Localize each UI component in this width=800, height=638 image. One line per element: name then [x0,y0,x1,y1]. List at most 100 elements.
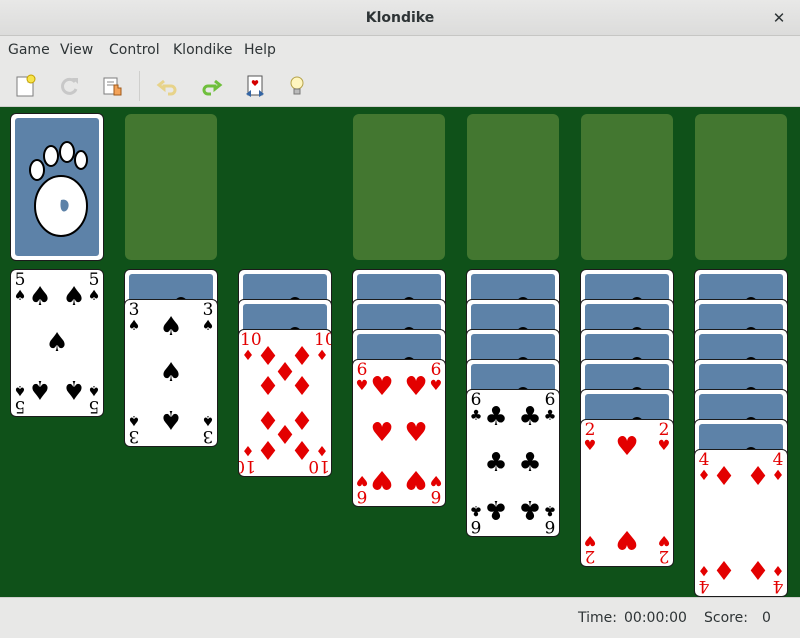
card-pip: ♠ [159,404,183,434]
card-pip: ♠ [62,282,86,312]
select-game-icon [103,77,122,96]
card-suit: ♥ [657,532,671,548]
tableau-4-card-6[interactable]: 6 ♥ 6 ♥ 6 ♥ 6 ♥ ♥ ♥ ♥ ♥ ♥ ♥ [352,359,446,507]
card-suit: ♠ [87,382,101,398]
card-pip: ♠ [159,358,183,388]
card-pip: ♦ [746,554,770,584]
tableau-1-card-5[interactable]: 5 ♠ 5 ♠ 5 ♠ 5 ♠ ♠ ♠ ♠ ♠ ♠ [10,269,104,417]
card-pip: ♣ [518,494,542,524]
card-rank: 5 [88,396,100,416]
tableau-2-card-3[interactable]: 3 ♠ 3 ♠ 3 ♠ 3 ♠ ♠ ♠ ♠ [124,299,218,447]
card-rank: 3 [202,300,214,320]
status-bar: Time: 00:00:00 Score: 0 [0,597,800,637]
redo-icon [202,79,223,96]
card-pip: ♥ [615,432,639,462]
card-pip: ♠ [28,374,52,404]
deal-button[interactable] [242,73,268,99]
title-bar: Klondike ✕ [0,0,800,36]
tableau-6-card-2[interactable]: 2 ♥ 2 ♥ 2 ♥ 2 ♥ ♥ ♥ [580,419,674,567]
card-index-tl: 6 ♣ [468,392,484,424]
card-pip: ♥ [404,372,428,402]
deal-card-icon [246,75,264,97]
card-index-br: 10 ♦ [308,442,330,476]
card-index-tl: 5 ♠ [12,270,28,304]
card-rank: 2 [584,546,596,566]
card-pip: ♥ [370,372,394,402]
card-rank: 5 [14,270,26,290]
card-pip: ♦ [256,372,280,403]
card-suit: ♣ [543,502,557,518]
menu-bar: Game View Control Klondike Help [0,36,800,65]
close-window-button[interactable]: ✕ [768,7,790,29]
card-index-tl: 6 ♥ [354,360,370,394]
card-index-br: 6 ♣ [542,502,558,536]
foundation-slot-2[interactable] [467,114,559,260]
card-index-tl: 4 ♦ [696,452,712,484]
card-pip: ♦ [290,372,314,403]
card-rank: 3 [202,426,214,446]
tableau-5-card-6[interactable]: 6 ♣ 6 ♣ 6 ♣ 6 ♣ ♣ ♣ ♣ ♣ ♣ ♣ [466,389,560,537]
undo-button[interactable] [155,73,181,99]
card-rank: 10 [308,456,330,476]
card-index-tr: 2 ♥ [656,420,672,454]
waste-pile-empty[interactable] [125,114,217,260]
card-index-bl: 3 ♠ [126,412,142,446]
card-pip: ♥ [615,524,639,554]
card-rank: 2 [658,546,670,566]
card-rank: 4 [772,576,784,596]
card-suit: ♠ [201,412,215,428]
redo-button[interactable] [198,73,224,99]
restart-icon [61,77,78,95]
card-suit: ♦ [315,348,329,364]
card-rank: 6 [356,486,368,506]
card-pip: ♦ [290,434,314,464]
card-index-br: 3 ♠ [200,412,216,446]
menu-game[interactable]: Game [0,36,58,65]
card-pip: ♥ [404,418,428,448]
card-rank: 10 [240,330,262,350]
card-index-tl: 10 ♦ [240,330,262,364]
card-suit: ♥ [429,472,443,488]
foundation-slot-3[interactable] [581,114,673,260]
card-suit: ♥ [355,378,369,394]
card-index-bl: 5 ♠ [12,382,28,416]
time-label: Time: [578,610,617,626]
card-pip: ♥ [404,464,428,494]
card-rank: 6 [356,360,368,380]
stock-pile[interactable] [10,113,104,261]
undo-icon [156,79,177,96]
card-index-tr: 3 ♠ [200,300,216,334]
card-suit: ♦ [241,442,255,458]
menu-klondike[interactable]: Klondike [165,36,241,65]
card-pip: ♠ [28,282,52,312]
card-rank: 2 [658,420,670,440]
card-pip: ♦ [746,462,770,492]
menu-control[interactable]: Control [101,36,168,65]
game-table: 5♠5♠5♠5♠♠♠♠♠♠3♠3♠3♠3♠♠♠♠10♦10♦10♦10♦♦♦♦♦… [0,107,800,597]
card-pip: ♠ [45,328,69,358]
toolbar [0,65,800,107]
card-suit: ♠ [127,412,141,428]
toolbar-separator [139,71,140,101]
hint-button[interactable] [284,73,310,99]
card-rank: 6 [544,516,556,536]
card-pip: ♣ [484,402,508,432]
card-pip: ♣ [518,402,542,432]
tableau-3-card-10[interactable]: 10♦10♦10♦10♦♦♦♦♦♦♦♦♦♦♦ [238,329,332,477]
card-back-pattern [15,118,99,256]
menu-help[interactable]: Help [236,36,284,65]
card-suit: ♣ [543,408,557,424]
card-rank: 4 [698,576,710,596]
select-game-button[interactable] [100,73,126,99]
foundation-slot-4[interactable] [695,114,787,260]
foundation-slot-1[interactable] [353,114,445,260]
card-index-br: 6 ♥ [428,472,444,506]
new-game-button[interactable] [12,73,38,99]
card-index-bl: 4 ♦ [696,562,712,596]
restart-button[interactable] [56,73,82,99]
card-index-tr: 5 ♠ [86,272,102,304]
menu-view[interactable]: View [52,36,101,65]
gnome-foot-icon [29,141,88,237]
card-suit: ♥ [583,438,597,454]
card-suit: ♠ [13,382,27,398]
